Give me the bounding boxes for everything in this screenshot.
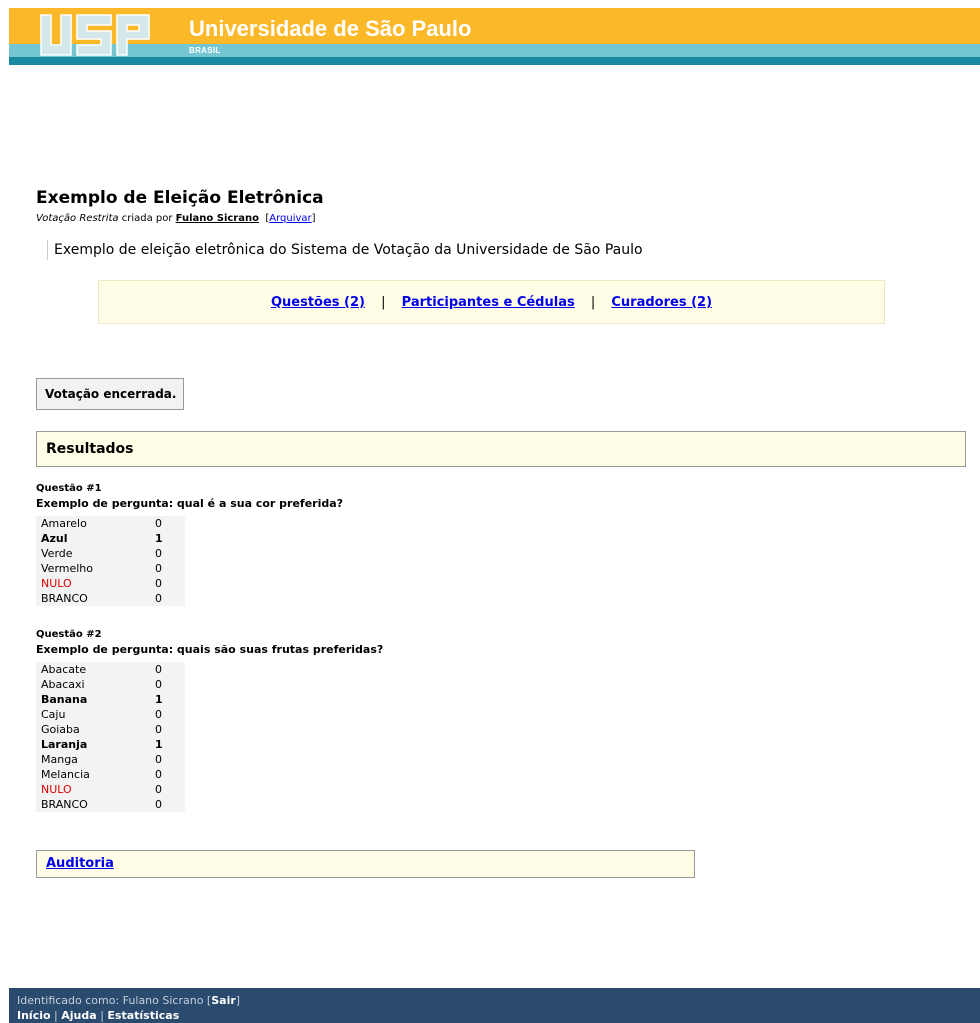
answer-row: BRANCO 0 bbox=[36, 591, 185, 606]
election-meta: Votação Restrita criada por Fulano Sicra… bbox=[36, 213, 316, 224]
questions-link[interactable]: Questões (2) bbox=[271, 295, 365, 310]
answer-votes: 0 bbox=[155, 708, 162, 721]
answer-row: Vermelho 0 bbox=[36, 561, 185, 576]
question-text: Exemplo de pergunta: qual é a sua cor pr… bbox=[36, 497, 344, 510]
election-description: Exemplo de eleição eletrônica do Sistema… bbox=[47, 240, 643, 260]
answer-name: Abacate bbox=[41, 663, 87, 676]
answer-name: Azul bbox=[41, 532, 68, 545]
answer-name: Amarelo bbox=[41, 517, 87, 530]
answer-votes: 0 bbox=[155, 783, 162, 796]
logout-link[interactable]: Sair bbox=[211, 994, 236, 1007]
identified-as-text: Identificado como: Fulano Sicrano bbox=[17, 994, 204, 1007]
nav-separator: | bbox=[590, 295, 596, 310]
statistics-link[interactable]: Estatísticas bbox=[107, 1009, 179, 1022]
answer-votes: 0 bbox=[155, 592, 162, 605]
answer-row: Goiaba 0 bbox=[36, 722, 185, 737]
page: Universidade de São Paulo BRASIL Exemplo… bbox=[9, 8, 980, 1023]
answer-name: BRANCO bbox=[41, 798, 88, 811]
status-message: Votação encerrada. bbox=[36, 378, 184, 410]
answers-table: Amarelo 0 Azul 1 Verde 0 Vermelho 0 NULO 0 BR… bbox=[36, 516, 185, 606]
answer-votes: 0 bbox=[155, 547, 162, 560]
audit-link[interactable]: Auditoria bbox=[46, 856, 114, 871]
answer-votes: 0 bbox=[155, 753, 162, 766]
answer-row: Laranja 1 bbox=[36, 737, 185, 752]
answer-name: Goiaba bbox=[41, 723, 80, 736]
answer-name: Laranja bbox=[41, 738, 88, 751]
election-title: Exemplo de Eleição Eletrônica bbox=[36, 188, 324, 208]
question-text: Exemplo de pergunta: quais são suas frut… bbox=[36, 643, 384, 656]
answer-row: NULO 0 bbox=[36, 576, 185, 591]
answer-name: Melancia bbox=[41, 768, 90, 781]
curators-link[interactable]: Curadores (2) bbox=[611, 295, 712, 310]
participants-link[interactable]: Participantes e Cédulas bbox=[402, 295, 575, 310]
home-link[interactable]: Início bbox=[17, 1009, 51, 1022]
archive-link[interactable]: Arquivar bbox=[269, 213, 311, 224]
footer-identity: Identificado como: Fulano Sicrano [Sair] bbox=[17, 994, 241, 1007]
author-link[interactable]: Fulano Sicrano bbox=[176, 213, 259, 224]
results-heading: Resultados bbox=[36, 431, 966, 467]
answer-row: BRANCO 0 bbox=[36, 797, 185, 812]
answer-row: Abacaxi 0 bbox=[36, 677, 185, 692]
answer-row: Abacate 0 bbox=[36, 662, 185, 677]
answer-votes: 1 bbox=[155, 738, 163, 751]
answer-name: Abacaxi bbox=[41, 678, 85, 691]
created-by-label: criada por bbox=[121, 213, 173, 224]
help-link[interactable]: Ajuda bbox=[61, 1009, 96, 1022]
answer-votes: 0 bbox=[155, 577, 162, 590]
answer-row: Melancia 0 bbox=[36, 767, 185, 782]
answer-row: Azul 1 bbox=[36, 531, 185, 546]
answer-name: Manga bbox=[41, 753, 78, 766]
footer: Identificado como: Fulano Sicrano [Sair]… bbox=[9, 988, 980, 1023]
answer-votes: 0 bbox=[155, 768, 162, 781]
answer-name: BRANCO bbox=[41, 592, 88, 605]
university-country: BRASIL bbox=[189, 46, 221, 55]
university-name: Universidade de São Paulo bbox=[189, 16, 472, 41]
answer-name: Caju bbox=[41, 708, 66, 721]
answer-name: Vermelho bbox=[41, 562, 94, 575]
answer-votes: 0 bbox=[155, 663, 162, 676]
answer-name: Verde bbox=[41, 547, 73, 560]
usp-logo[interactable] bbox=[37, 13, 155, 61]
answer-row: NULO 0 bbox=[36, 782, 185, 797]
audit-box: Auditoria bbox=[36, 850, 695, 878]
answer-row: Manga 0 bbox=[36, 752, 185, 767]
answer-row: Banana 1 bbox=[36, 692, 185, 707]
answer-name: NULO bbox=[41, 577, 72, 590]
answers-table: Abacate 0 Abacaxi 0 Banana 1 Caju 0 Goiaba 0 … bbox=[36, 662, 185, 812]
answer-votes: 0 bbox=[155, 723, 162, 736]
election-nav: Questões (2) | Participantes e Cédulas |… bbox=[98, 280, 885, 324]
answer-name: NULO bbox=[41, 783, 72, 796]
footer-separator: | bbox=[100, 1009, 104, 1022]
answer-votes: 1 bbox=[155, 693, 163, 706]
answer-votes: 0 bbox=[155, 798, 162, 811]
question-label: Questão #2 bbox=[36, 629, 102, 640]
footer-separator: | bbox=[54, 1009, 58, 1022]
footer-links: Início | Ajuda | Estatísticas bbox=[17, 1009, 179, 1022]
question-label: Questão #1 bbox=[36, 483, 102, 494]
answer-row: Caju 0 bbox=[36, 707, 185, 722]
answer-row: Amarelo 0 bbox=[36, 516, 185, 531]
nav-separator: | bbox=[381, 295, 386, 310]
answer-votes: 0 bbox=[155, 562, 162, 575]
answer-name: Banana bbox=[41, 693, 88, 706]
answer-row: Verde 0 bbox=[36, 546, 185, 561]
election-type: Votação Restrita bbox=[36, 213, 119, 224]
answer-votes: 1 bbox=[155, 532, 163, 545]
answer-votes: 0 bbox=[155, 678, 162, 691]
answer-votes: 0 bbox=[155, 517, 162, 530]
